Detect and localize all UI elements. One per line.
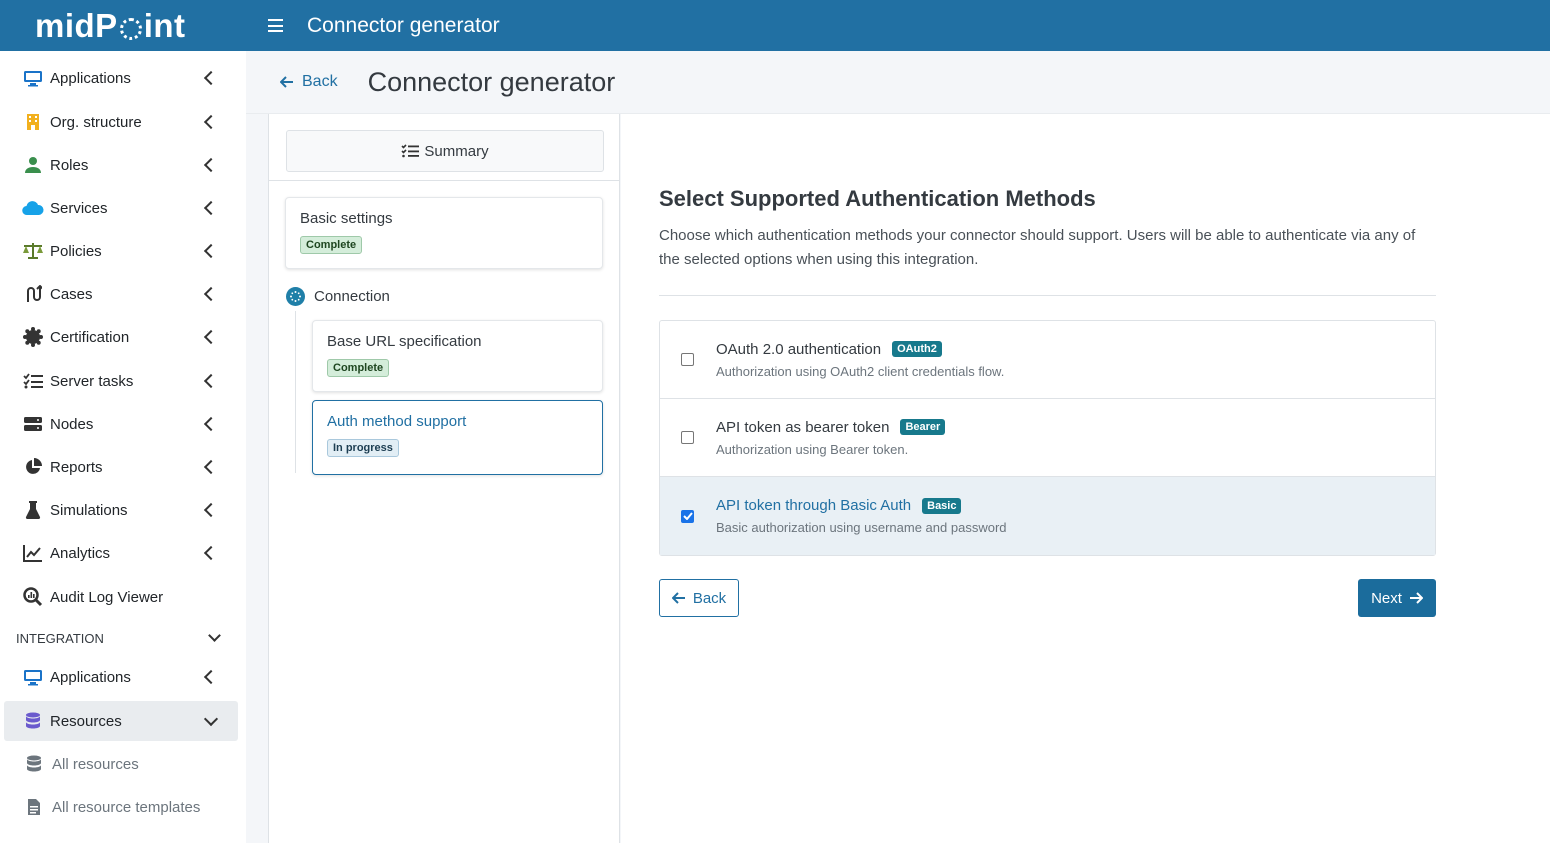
sidebar-item-policies[interactable]: Policies — [4, 231, 238, 271]
sidebar-item-resources[interactable]: Resources — [4, 701, 238, 741]
wizard-steps-panel: Summary Basic settings Complete Connecti… — [268, 114, 620, 843]
scale-icon — [22, 241, 44, 261]
step-base-url-specification[interactable]: Base URL specification Complete — [312, 320, 603, 392]
sidebar-item-services[interactable]: Services — [4, 188, 238, 228]
chevron-left-icon — [203, 502, 219, 518]
search-chart-icon — [22, 587, 44, 607]
sidebar-subitem-all-resource-templates[interactable]: All resource templates — [4, 787, 238, 827]
chevron-left-icon — [203, 669, 219, 685]
sidebar-item-analytics[interactable]: Analytics — [4, 533, 238, 573]
chevron-left-icon — [203, 243, 219, 259]
pie-chart-icon — [22, 457, 44, 477]
page-title: Connector generator — [367, 66, 616, 97]
tag-badge: Bearer — [900, 419, 946, 435]
monitor-icon — [22, 667, 44, 687]
line-chart-icon — [22, 543, 44, 563]
sidebar-item-org-structure[interactable]: Org. structure — [4, 102, 238, 142]
chevron-left-icon — [203, 416, 219, 432]
server-icon — [22, 414, 44, 434]
list-check-icon — [22, 371, 44, 391]
status-badge: Complete — [300, 236, 363, 254]
section-description: Choose which authentication methods your… — [659, 227, 1416, 268]
sidebar: Applications Org. structure Roles Servic… — [0, 51, 246, 843]
sidebar-item-integration-applications[interactable]: Applications — [4, 657, 238, 697]
chevron-left-icon — [203, 545, 219, 561]
option-oauth2[interactable]: OAuth 2.0 authentication OAuth2 Authoriza… — [660, 321, 1435, 399]
divider — [659, 295, 1436, 296]
sidebar-item-server-tasks[interactable]: Server tasks — [4, 361, 238, 401]
tag-badge: Basic — [922, 497, 962, 514]
sidebar-item-certification[interactable]: Certification — [4, 317, 238, 357]
arrow-left-icon — [280, 76, 293, 88]
checkbox[interactable] — [681, 431, 694, 444]
step-auth-method-support[interactable]: Auth method support In progress — [312, 400, 603, 475]
spinner-icon — [286, 287, 305, 306]
flask-icon — [22, 500, 44, 520]
chevron-down-icon — [208, 629, 221, 642]
checkbox[interactable] — [681, 353, 694, 366]
sidebar-item-cases[interactable]: Cases — [4, 274, 238, 314]
section-title: Select Supported Authentication Methods — [659, 186, 1096, 211]
main-panel: Select Supported Authentication Methods … — [621, 114, 1550, 843]
summary-button[interactable]: Summary — [286, 130, 604, 172]
cloud-icon — [22, 198, 44, 218]
chevron-down-icon — [203, 711, 219, 726]
monitor-icon — [22, 68, 44, 88]
option-bearer[interactable]: API token as bearer token Bearer Authoriz… — [660, 399, 1435, 477]
chevron-left-icon — [203, 70, 219, 86]
chevron-left-icon — [203, 114, 219, 130]
sidebar-item-roles[interactable]: Roles — [4, 145, 238, 185]
checkbox[interactable] — [681, 509, 694, 523]
topbar-title: Connector generator — [307, 13, 500, 37]
divider — [269, 180, 619, 181]
top-bar: midP int Connector generator — [0, 0, 1550, 51]
logo-gear-icon — [119, 17, 142, 40]
user-icon — [22, 155, 44, 175]
status-badge: Complete — [327, 359, 390, 377]
database-icon — [25, 754, 43, 774]
connection-line — [295, 311, 296, 473]
chevron-left-icon — [203, 373, 219, 389]
step-basic-settings[interactable]: Basic settings Complete — [285, 197, 603, 269]
check-icon — [682, 512, 693, 520]
chevron-left-icon — [203, 157, 219, 173]
sidebar-item-reports[interactable]: Reports — [4, 447, 238, 487]
section-integration[interactable]: INTEGRATION — [16, 628, 238, 648]
next-button[interactable]: Next — [1358, 579, 1436, 617]
sidebar-item-nodes[interactable]: Nodes — [4, 404, 238, 444]
header-back-link[interactable]: Back — [280, 73, 338, 91]
sidebar-item-audit-log-viewer[interactable]: Audit Log Viewer — [4, 577, 238, 617]
chevron-left-icon — [203, 329, 219, 345]
database-icon — [22, 711, 44, 731]
building-icon — [22, 112, 44, 132]
option-basic-auth[interactable]: API token through Basic Auth Basic Basic … — [660, 477, 1435, 555]
auth-method-options: OAuth 2.0 authentication OAuth2 Authoriza… — [659, 320, 1436, 556]
arrow-left-icon — [671, 592, 685, 604]
route-icon — [22, 284, 44, 304]
sidebar-item-applications[interactable]: Applications — [4, 58, 238, 98]
file-icon — [25, 797, 43, 817]
tag-badge: OAuth2 — [892, 341, 942, 357]
back-button[interactable]: Back — [659, 579, 739, 617]
list-check-icon — [401, 144, 420, 158]
midpoint-logo[interactable]: midP int — [0, 0, 246, 51]
arrow-right-icon — [1409, 592, 1423, 604]
status-badge: In progress — [327, 439, 399, 457]
certificate-icon — [22, 327, 44, 347]
chevron-left-icon — [203, 286, 219, 302]
chevron-left-icon — [203, 459, 219, 475]
content-header: Back Connector generator — [246, 51, 1550, 114]
sidebar-item-simulations[interactable]: Simulations — [4, 490, 238, 530]
sidebar-subitem-all-resources[interactable]: All resources — [4, 744, 238, 784]
chevron-left-icon — [203, 200, 219, 216]
step-group-connection: Connection — [286, 287, 390, 306]
hamburger-menu-icon[interactable] — [268, 19, 283, 32]
